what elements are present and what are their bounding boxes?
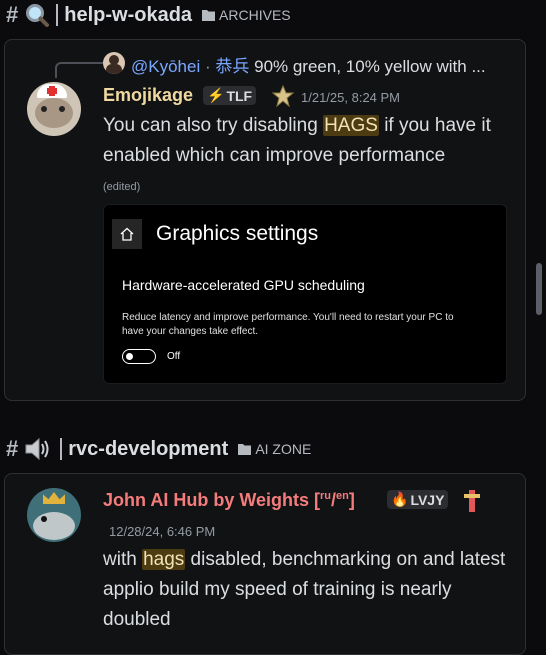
hags-toggle[interactable] — [122, 349, 156, 364]
folder-icon — [238, 444, 252, 455]
home-icon — [112, 219, 142, 249]
channel-name[interactable]: rvc-development — [68, 438, 228, 461]
channel-name[interactable]: help-w-okada — [64, 4, 192, 27]
reply-preview[interactable]: @Kyōhei · 恭兵 90% green, 10% yellow with … — [131, 52, 486, 77]
message-card: @Kyōhei · 恭兵 90% green, 10% yellow with … — [4, 39, 526, 401]
timestamp: 12/28/24, 6:46 PM — [109, 524, 216, 539]
message-text: You can also try disabling HAGS if you h… — [103, 115, 491, 166]
reply-text: 90% green, 10% yellow with ... — [254, 57, 486, 76]
reply-avatar[interactable] — [103, 52, 125, 74]
role-icon — [464, 490, 480, 512]
message-text: with hags disabled, benchmarking on and … — [103, 549, 506, 630]
avatar[interactable] — [27, 488, 81, 542]
message-card: John AI Hub by Weights [ru/en] 🔥 LVJY 12… — [4, 473, 526, 655]
channel-hash-icon: # — [6, 436, 19, 461]
divider — [60, 438, 63, 460]
thread-header-rvc-development[interactable]: # rvc-development AI ZONE — [6, 434, 311, 464]
reply-author[interactable]: @Kyōhei — [131, 57, 200, 76]
toggle-state: Off — [167, 351, 181, 362]
author-name[interactable]: John AI Hub by Weights [ru/en] — [103, 490, 355, 511]
thread-header-help-w-okada[interactable]: # help-w-okada ARCHIVES — [6, 0, 291, 30]
category-label: AI ZONE — [238, 441, 311, 457]
reply-spine — [55, 62, 103, 78]
fire-icon: 🔥 — [391, 491, 409, 507]
setting-description: Reduce latency and improve performance. … — [122, 312, 454, 337]
image-attachment[interactable]: Graphics settings Hardware-accelerated G… — [103, 204, 507, 384]
search-highlight: HAGS — [323, 115, 379, 136]
settings-title: Graphics settings — [156, 222, 319, 245]
edited-label: (edited) — [103, 181, 141, 193]
divider — [56, 4, 59, 26]
magnifier-icon — [26, 4, 50, 27]
tag-badge[interactable]: 🔥 LVJY — [387, 490, 449, 509]
folder-icon — [202, 10, 216, 21]
speaker-icon — [25, 437, 49, 461]
timestamp: 1/21/25, 8:24 PM — [301, 90, 401, 105]
reply-separator: · — [204, 57, 216, 76]
lightning-icon: ⚡ — [207, 87, 225, 103]
channel-hash-icon: # — [6, 2, 19, 27]
reply-nick[interactable]: 恭兵 — [215, 57, 249, 76]
avatar[interactable] — [27, 82, 81, 136]
tag-badge[interactable]: ⚡ TLF — [203, 86, 257, 105]
scrollbar-thumb[interactable] — [536, 263, 542, 315]
author-name[interactable]: Emojikage — [103, 85, 193, 106]
category-label: ARCHIVES — [202, 7, 291, 23]
search-highlight: hags — [142, 549, 186, 570]
role-icon — [271, 85, 295, 108]
setting-name: Hardware-accelerated GPU scheduling — [122, 277, 365, 293]
